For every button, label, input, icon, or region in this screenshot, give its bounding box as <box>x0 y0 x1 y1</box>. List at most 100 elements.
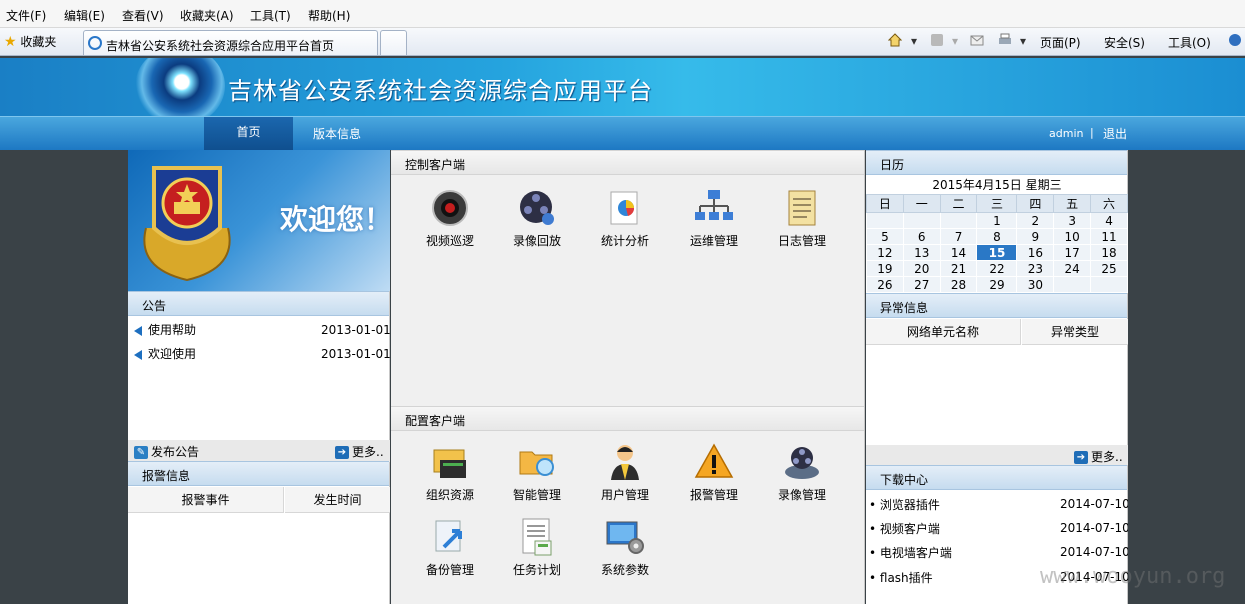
abnormal-title: 异常信息 <box>880 301 929 315</box>
app-org-resources[interactable]: 组织资源 <box>414 442 486 503</box>
download-title: 下载中心 <box>880 473 929 487</box>
warning-icon <box>694 443 734 478</box>
calendar-day[interactable]: 14 <box>939 244 978 261</box>
calendar-day[interactable]: 30 <box>1016 276 1055 293</box>
print-icon[interactable] <box>998 33 1012 47</box>
browser-tab-active[interactable]: 吉林省公安系统社会资源综合应用平台首页 <box>83 30 378 55</box>
menu-edit[interactable]: 编辑(E) <box>64 7 105 24</box>
calendar-day[interactable]: 1 <box>976 212 1018 229</box>
calendar-day[interactable]: 16 <box>1016 244 1055 261</box>
calendar-today[interactable]: 15 <box>976 244 1018 261</box>
calendar-day[interactable]: 19 <box>866 260 904 277</box>
calendar-day[interactable]: 11 <box>1090 228 1128 245</box>
left-column: 欢迎您！ 公告 使用帮助 2013-01-01 欢迎使用 2013-01-01 … <box>128 150 391 604</box>
notice-item[interactable]: 使用帮助 <box>134 321 196 338</box>
app-video-playback[interactable]: 录像回放 <box>501 188 573 249</box>
center-column: 控制客户端 视频巡逻 录像回放 统计分析 运维管理 日志管理 配置客户端 组织资… <box>391 150 865 604</box>
download-item[interactable]: • flash插件 <box>869 569 933 586</box>
app-system-parameters[interactable]: 系统参数 <box>589 517 661 578</box>
main-nav: 首页 版本信息 admin | 退出 <box>0 116 1245 150</box>
calendar-day[interactable]: 5 <box>866 228 904 245</box>
safety-menu[interactable]: 安全(S) <box>1104 34 1145 51</box>
menu-tools[interactable]: 工具(T) <box>250 7 291 24</box>
camera-icon <box>432 190 468 226</box>
calendar-weekday: 五 <box>1053 194 1092 213</box>
app-task-schedule[interactable]: 任务计划 <box>501 517 573 578</box>
home-dropdown-icon[interactable]: ▾ <box>911 34 917 48</box>
calendar-day[interactable]: 9 <box>1016 228 1055 245</box>
app-backup-management[interactable]: 备份管理 <box>414 517 486 578</box>
app-alarm-management[interactable]: 报警管理 <box>678 442 750 503</box>
rss-dropdown-icon[interactable]: ▾ <box>952 34 958 48</box>
logout-link[interactable]: 退出 <box>1103 125 1127 142</box>
edit-icon: ✎ <box>134 446 148 459</box>
calendar-day[interactable]: 21 <box>939 260 978 277</box>
calendar-empty-cell <box>1053 276 1092 293</box>
app-label: 组织资源 <box>425 488 474 502</box>
calendar-day[interactable]: 3 <box>1053 212 1092 229</box>
app-label: 任务计划 <box>512 563 561 577</box>
nav-separator: | <box>1090 126 1094 139</box>
print-dropdown-icon[interactable]: ▾ <box>1020 34 1026 48</box>
app-recording-management[interactable]: 录像管理 <box>766 442 838 503</box>
calendar-day[interactable]: 22 <box>976 260 1018 277</box>
app-statistics[interactable]: 统计分析 <box>589 188 661 249</box>
calendar-day[interactable]: 18 <box>1090 244 1128 261</box>
calendar-day[interactable]: 6 <box>902 228 941 245</box>
network-icon <box>695 190 733 220</box>
help-icon[interactable] <box>1228 33 1242 47</box>
calendar-day[interactable]: 26 <box>866 276 904 293</box>
calendar-day[interactable]: 25 <box>1090 260 1128 277</box>
calendar-day[interactable]: 20 <box>902 260 941 277</box>
calendar-week: 1234 <box>866 212 1128 229</box>
app-video-patrol[interactable]: 视频巡逻 <box>414 188 486 249</box>
mail-icon[interactable] <box>970 33 984 47</box>
calendar-day[interactable]: 23 <box>1016 260 1055 277</box>
video-manage-icon <box>785 447 819 479</box>
calendar-day[interactable]: 27 <box>902 276 941 293</box>
calendar-day[interactable]: 2 <box>1016 212 1055 229</box>
app-smart-management[interactable]: 智能管理 <box>501 442 573 503</box>
app-user-management[interactable]: 用户管理 <box>589 442 661 503</box>
menu-favorites[interactable]: 收藏夹(A) <box>180 7 234 24</box>
calendar-day[interactable]: 12 <box>866 244 904 261</box>
download-item[interactable]: • 视频客户端 <box>869 520 940 537</box>
menu-help[interactable]: 帮助(H) <box>308 7 350 24</box>
current-user: admin <box>1049 127 1084 140</box>
calendar-day[interactable]: 10 <box>1053 228 1092 245</box>
notice-more-link[interactable]: ➔ 更多.. <box>335 443 384 460</box>
calendar-day[interactable]: 17 <box>1053 244 1092 261</box>
new-tab-button[interactable] <box>380 30 407 55</box>
calendar-day[interactable]: 4 <box>1090 212 1128 229</box>
calendar-day[interactable]: 7 <box>939 228 978 245</box>
control-client-header: 控制客户端 <box>391 150 864 175</box>
favorites-button[interactable]: ★ 收藏夹 <box>4 33 56 50</box>
app-log-management[interactable]: 日志管理 <box>766 188 838 249</box>
config-client-header: 配置客户端 <box>391 406 864 431</box>
calendar: 2015年4月15日 星期三 日一二三四五六 1 2 3 4 5 6 7 8 9 10 11 12 13… <box>866 177 1128 293</box>
calendar-day[interactable]: 28 <box>939 276 978 293</box>
calendar-day[interactable]: 24 <box>1053 260 1092 277</box>
nav-version-info[interactable]: 版本信息 <box>313 125 361 142</box>
app-ops-management[interactable]: 运维管理 <box>678 188 750 249</box>
home-icon[interactable] <box>888 33 902 47</box>
tools-command-menu[interactable]: 工具(O) <box>1168 34 1211 51</box>
nav-home[interactable]: 首页 <box>204 117 293 150</box>
menu-view[interactable]: 查看(V) <box>122 7 164 24</box>
download-item[interactable]: • 浏览器插件 <box>869 496 940 513</box>
abnormal-more-link[interactable]: ➔ 更多.. <box>1074 448 1123 465</box>
calendar-day[interactable]: 8 <box>976 228 1018 245</box>
publish-notice-button[interactable]: ✎ 发布公告 <box>134 443 199 460</box>
page-menu[interactable]: 页面(P) <box>1040 34 1081 51</box>
calendar-empty-cell <box>1090 276 1128 293</box>
calendar-day[interactable]: 29 <box>976 276 1018 293</box>
download-item[interactable]: • 电视墙客户端 <box>869 544 952 561</box>
menu-file[interactable]: 文件(F) <box>6 7 46 24</box>
notice-item[interactable]: 欢迎使用 <box>134 345 196 362</box>
calendar-weekday: 三 <box>976 194 1018 213</box>
notice-title: 公告 <box>142 299 167 313</box>
calendar-day[interactable]: 13 <box>902 244 941 261</box>
rss-icon[interactable] <box>930 33 944 47</box>
calendar-empty-cell <box>902 212 941 229</box>
app-label: 备份管理 <box>425 563 474 577</box>
